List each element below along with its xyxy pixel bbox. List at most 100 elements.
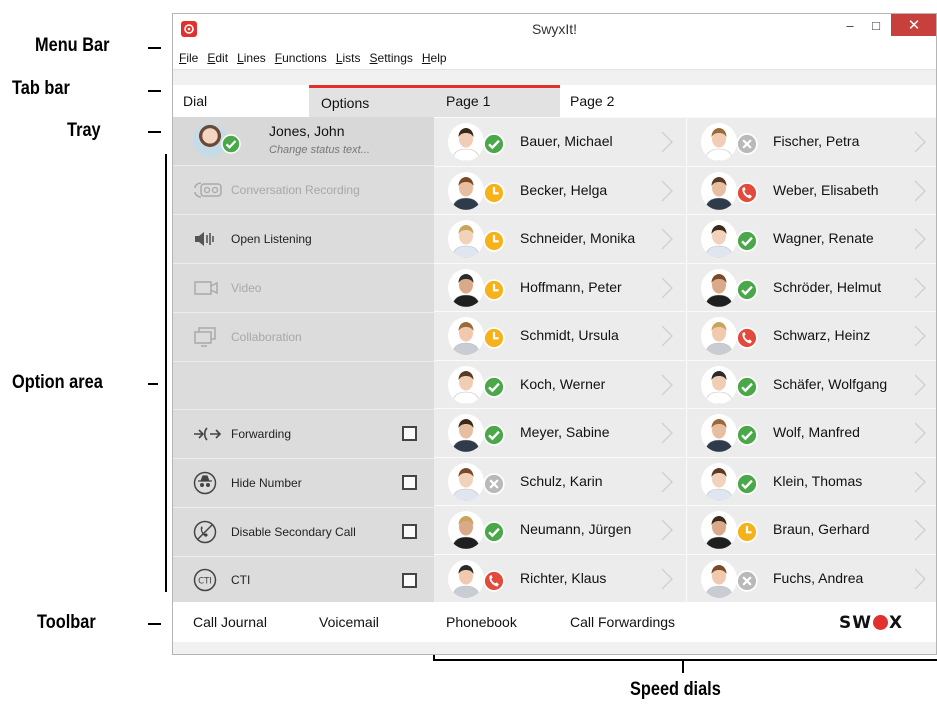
logo-dot-icon — [873, 615, 888, 630]
available-status-icon — [736, 375, 758, 403]
tray-tick — [148, 131, 161, 133]
speed-dial-button[interactable]: Becker, Helga — [434, 165, 685, 215]
option-label: Conversation Recording — [231, 183, 360, 197]
chevron-right-icon[interactable] — [913, 470, 927, 494]
speed-dial-button[interactable]: Bauer, Michael — [434, 117, 685, 166]
chevron-right-icon[interactable] — [660, 567, 674, 591]
contact-avatar — [701, 559, 737, 598]
menu-settings[interactable]: Settings — [370, 51, 413, 65]
option-forwarding[interactable]: Forwarding — [173, 409, 434, 458]
speed-dial-button[interactable]: Schwarz, Heinz — [687, 311, 936, 360]
speed-dial-button[interactable]: Klein, Thomas — [687, 456, 936, 506]
speed-dial-button[interactable]: Neumann, Jürgen — [434, 505, 685, 554]
incognito-icon — [193, 471, 225, 495]
contact-avatar — [701, 220, 737, 258]
speed-dial-button[interactable]: Fuchs, Andrea — [687, 553, 936, 603]
chevron-right-icon[interactable] — [660, 518, 674, 542]
chevron-right-icon[interactable] — [660, 276, 674, 300]
available-status-icon — [736, 472, 758, 500]
offline-status-icon — [736, 569, 758, 597]
speed-dial-button[interactable]: Fischer, Petra — [687, 117, 936, 166]
option-label: Disable Secondary Call — [231, 525, 356, 539]
option-hide-number[interactable]: Hide Number — [173, 458, 434, 507]
chevron-right-icon[interactable] — [660, 470, 674, 494]
menu-lists[interactable]: Lists — [336, 51, 361, 65]
speed-dial-button[interactable]: Schäfer, Wolfgang — [687, 359, 936, 409]
chevron-right-icon[interactable] — [913, 518, 927, 542]
on-call-status-icon — [483, 569, 505, 597]
tab-dial[interactable]: Dial — [173, 85, 309, 117]
voicemail-button[interactable]: Voicemail — [319, 614, 379, 630]
available-status-icon — [736, 278, 758, 306]
call-journal-button[interactable]: Call Journal — [193, 614, 267, 630]
chevron-right-icon[interactable] — [913, 421, 927, 445]
option-open-listening[interactable]: Open Listening — [173, 214, 434, 263]
contact-avatar — [448, 123, 484, 161]
title-bar: SwyxIt! – □ ✕ — [173, 14, 936, 46]
speed-dial-button[interactable]: Hoffmann, Peter — [434, 262, 685, 312]
tab-bar-tick — [148, 90, 161, 92]
option-empty-row — [173, 361, 434, 409]
chevron-right-icon[interactable] — [913, 130, 927, 154]
option-collaboration[interactable]: Collaboration — [173, 312, 434, 361]
chevron-right-icon[interactable] — [913, 179, 927, 203]
contact-name: Meyer, Sabine — [520, 424, 610, 440]
chevron-right-icon[interactable] — [660, 373, 674, 397]
menu-help[interactable]: Help — [422, 51, 447, 65]
chevron-right-icon[interactable] — [913, 276, 927, 300]
call-forwardings-button[interactable]: Call Forwardings — [570, 614, 675, 630]
menu-edit[interactable]: Edit — [207, 51, 228, 65]
speed-dial-button[interactable]: Schneider, Monika — [434, 214, 685, 263]
speed-dial-button[interactable]: Richter, Klaus — [434, 553, 685, 603]
menu-file[interactable]: File — [179, 51, 198, 65]
option-conversation-recording[interactable]: Conversation Recording — [173, 165, 434, 214]
maximize-button[interactable]: □ — [863, 14, 889, 36]
forwarding-checkbox[interactable] — [402, 426, 417, 441]
toolbar-callout: Toolbar — [37, 612, 96, 633]
chevron-right-icon[interactable] — [660, 421, 674, 445]
minimize-button[interactable]: – — [837, 14, 863, 36]
disable-secondary-call-checkbox[interactable] — [402, 524, 417, 539]
speed-dial-button[interactable]: Schulz, Karin — [434, 456, 685, 506]
change-status-text[interactable]: Change status text... — [269, 144, 370, 156]
speed-dial-button[interactable]: Weber, Elisabeth — [687, 165, 936, 215]
contact-name: Schneider, Monika — [520, 230, 636, 246]
option-area-bracket — [165, 154, 167, 592]
speed-dial-button[interactable]: Schröder, Helmut — [687, 262, 936, 312]
option-label: Open Listening — [231, 232, 312, 246]
contact-avatar — [701, 171, 737, 210]
menu-lines[interactable]: Lines — [237, 51, 266, 65]
forwarding-icon — [193, 423, 225, 445]
phonebook-button[interactable]: Phonebook — [446, 614, 517, 630]
speed-dial-button[interactable]: Wagner, Renate — [687, 214, 936, 263]
chevron-right-icon[interactable] — [660, 179, 674, 203]
chevron-right-icon[interactable] — [660, 324, 674, 348]
tab-page-1[interactable]: Page 1 — [434, 85, 560, 117]
option-area-tick — [148, 383, 158, 385]
hide-number-checkbox[interactable] — [402, 475, 417, 490]
chevron-right-icon[interactable] — [913, 373, 927, 397]
chevron-right-icon[interactable] — [660, 130, 674, 154]
chevron-right-icon[interactable] — [913, 567, 927, 591]
option-cti[interactable]: CTI CTI — [173, 556, 434, 602]
close-button[interactable]: ✕ — [891, 14, 936, 36]
contact-name: Schäfer, Wolfgang — [773, 375, 888, 392]
speed-dial-button[interactable]: Meyer, Sabine — [434, 408, 685, 457]
away-status-icon — [736, 521, 758, 548]
speed-dial-button[interactable]: Braun, Gerhard — [687, 505, 936, 554]
cti-checkbox[interactable] — [402, 573, 417, 588]
chevron-right-icon[interactable] — [913, 324, 927, 348]
menu-bar: File Edit Lines Functions Lists Settings… — [173, 46, 936, 70]
menu-functions[interactable]: Functions — [275, 51, 327, 65]
tray[interactable]: Jones, John Change status text... — [173, 117, 434, 165]
speed-dial-button[interactable]: Schmidt, Ursula — [434, 311, 685, 360]
chevron-right-icon[interactable] — [913, 227, 927, 251]
option-video[interactable]: Video — [173, 263, 434, 312]
speed-dial-button[interactable]: Wolf, Manfred — [687, 408, 936, 457]
option-disable-secondary-call[interactable]: Disable Secondary Call — [173, 507, 434, 556]
tray-user-name: Jones, John — [269, 123, 345, 139]
speed-dial-button[interactable]: Koch, Werner — [434, 359, 685, 409]
chevron-right-icon[interactable] — [660, 227, 674, 251]
available-status-icon — [483, 133, 505, 160]
tab-page-2[interactable]: Page 2 — [560, 85, 686, 117]
